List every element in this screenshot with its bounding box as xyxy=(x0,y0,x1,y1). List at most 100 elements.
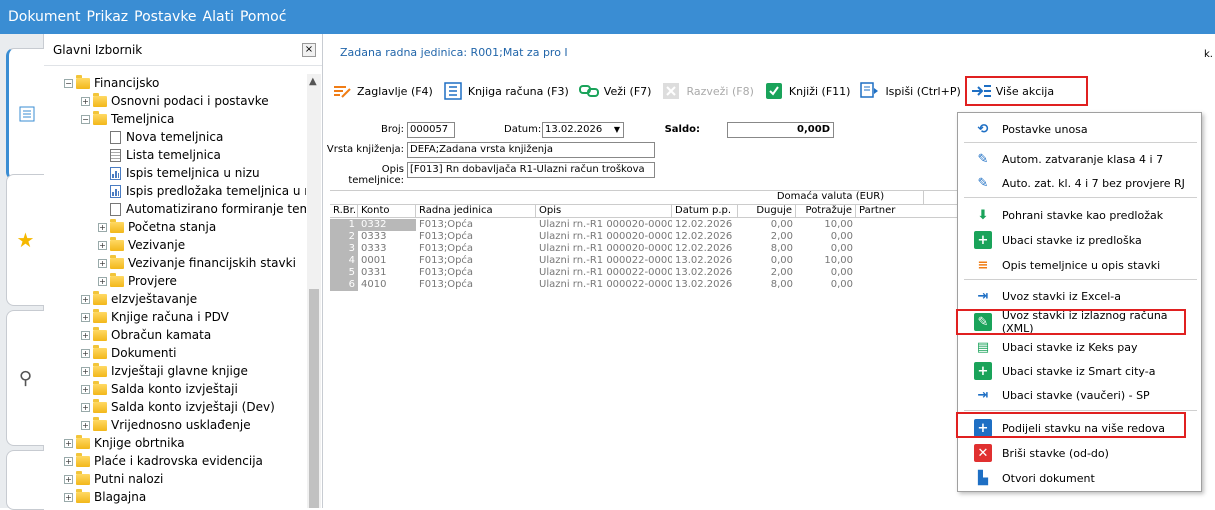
table-cell[interactable]: 1 xyxy=(330,219,358,231)
tree-item[interactable]: + eIzvještavanje xyxy=(81,290,197,308)
expand-icon[interactable]: + xyxy=(64,474,73,484)
table-row[interactable]: 5 0331 F013;Opća Ulazni rn.-R1 000022-00001… xyxy=(330,267,990,279)
table-cell[interactable]: 8,00 xyxy=(738,243,796,255)
expand-icon[interactable]: + xyxy=(81,294,90,304)
table-row[interactable]: 6 4010 F013;Opća Ulazni rn.-R1 000022-00001… xyxy=(330,279,990,291)
table-cell[interactable]: F013;Opća xyxy=(416,231,536,243)
table-cell[interactable]: 0001 xyxy=(358,255,416,267)
toolbar-button-post[interactable]: Knjiži (F11) xyxy=(764,81,850,101)
tree-item[interactable]: − Temeljnica xyxy=(81,110,174,128)
table-cell[interactable]: Ulazni rn.-R1 000020-00001 xyxy=(536,231,672,243)
menu-item-pomo[interactable]: Pomoć xyxy=(240,9,286,25)
toolbar-button-unlink[interactable]: Razveži (F8) xyxy=(661,81,754,101)
table-cell[interactable]: Ulazni rn.-R1 000022-00001 xyxy=(536,255,672,267)
table-cell[interactable]: 12.02.2026 xyxy=(672,231,738,243)
tree-item[interactable]: + Vezivanje xyxy=(98,236,185,254)
expand-icon[interactable]: + xyxy=(98,222,107,232)
rail-tab-favorites[interactable]: ★ xyxy=(6,174,44,306)
context-menu-item[interactable]: ▤ Ubaci stavke iz Keks pay xyxy=(958,335,1201,359)
tree-item[interactable]: Automatizirano formiranje teme xyxy=(110,200,306,218)
column-header[interactable]: Radna jedinica xyxy=(416,204,536,218)
tree-item[interactable]: + Izvještaji glavne knjige xyxy=(81,362,248,380)
table-cell[interactable]: 10,00 xyxy=(796,255,856,267)
collapse-icon[interactable]: − xyxy=(81,114,90,124)
tree-item[interactable]: + Plaće i kadrovska evidencija xyxy=(64,452,263,470)
context-menu-item[interactable]: ≡ Opis temeljnice u opis stavki xyxy=(958,253,1201,277)
column-header[interactable]: R.Br. xyxy=(330,204,358,218)
table-cell[interactable]: 0,00 xyxy=(796,279,856,291)
tree-item[interactable]: + Blagajna xyxy=(64,488,146,506)
tree-item[interactable]: + Provjere xyxy=(98,272,177,290)
tree-item[interactable]: Ispis predložaka temeljnica u niz xyxy=(110,182,306,200)
table-cell[interactable]: 2,00 xyxy=(738,231,796,243)
table-cell[interactable]: 13.02.2026 xyxy=(672,255,738,267)
table-cell[interactable]: 0331 xyxy=(358,267,416,279)
vrsta-input[interactable]: DEFA;Zadana vrsta knjiženja xyxy=(407,142,655,158)
chevron-down-icon[interactable]: ▼ xyxy=(614,123,620,137)
scroll-up-icon[interactable]: ▲ xyxy=(309,76,317,87)
table-cell[interactable]: 12.02.2026 xyxy=(672,243,738,255)
opis-input[interactable]: [F013] Rn dobavljača R1-Ulazni račun tro… xyxy=(407,162,655,178)
context-menu-item[interactable]: ⬇ Pohrani stavke kao predložak xyxy=(958,203,1201,227)
expand-icon[interactable]: + xyxy=(81,348,90,358)
menu-item-alati[interactable]: Alati xyxy=(203,9,234,25)
menu-item-dokument[interactable]: Dokument xyxy=(8,9,81,25)
tree-item[interactable]: Lista temeljnica xyxy=(110,146,221,164)
table-cell[interactable]: 12.02.2026 xyxy=(672,219,738,231)
nav-scrollbar[interactable]: ▲ xyxy=(307,74,321,508)
table-cell[interactable]: 0,00 xyxy=(738,255,796,267)
scroll-thumb[interactable] xyxy=(309,289,319,508)
table-cell[interactable]: 0,00 xyxy=(738,219,796,231)
tree-item[interactable]: + Osnovni podaci i postavke xyxy=(81,92,269,110)
rail-tab-other[interactable] xyxy=(6,450,44,510)
column-header[interactable]: Duguje xyxy=(738,204,796,218)
toolbar-button-header[interactable]: Zaglavlje (F4) xyxy=(332,81,433,101)
column-header[interactable]: Opis xyxy=(536,204,672,218)
table-cell[interactable]: 13.02.2026 xyxy=(672,267,738,279)
expand-icon[interactable]: + xyxy=(98,240,107,250)
rail-tab-menu[interactable] xyxy=(6,48,44,180)
expand-icon[interactable]: + xyxy=(64,438,73,448)
table-cell[interactable]: F013;Opća xyxy=(416,255,536,267)
collapse-icon[interactable]: − xyxy=(64,78,73,88)
table-cell[interactable]: 5 xyxy=(330,267,358,279)
table-row[interactable]: 4 0001 F013;Opća Ulazni rn.-R1 000022-00001… xyxy=(330,255,990,267)
context-menu-item[interactable]: ⇥ Ubaci stavke (vaučeri) - SP xyxy=(958,383,1201,407)
table-cell[interactable]: Ulazni rn.-R1 000022-00001 xyxy=(536,279,672,291)
tree-item[interactable]: + Vezivanje financijskih stavki xyxy=(98,254,296,272)
tree-item[interactable]: + Vrijednosno usklađenje xyxy=(81,416,251,434)
table-row[interactable]: 2 0333 F013;Opća Ulazni rn.-R1 000020-00001… xyxy=(330,231,990,243)
tree-item[interactable]: + Knjige računa i PDV xyxy=(81,308,229,326)
menu-item-prikaz[interactable]: Prikaz xyxy=(87,9,129,25)
tree-item[interactable]: + Salda konto izvještaji (Dev) xyxy=(81,398,275,416)
datum-input[interactable]: 13.02.2026 ▼ xyxy=(542,122,624,138)
table-cell[interactable]: 0,00 xyxy=(796,267,856,279)
tree-item[interactable]: + Knjige obrtnika xyxy=(64,434,185,452)
table-cell[interactable]: 4 xyxy=(330,255,358,267)
table-cell[interactable]: 0,00 xyxy=(796,243,856,255)
table-cell[interactable]: 13.02.2026 xyxy=(672,279,738,291)
expand-icon[interactable]: + xyxy=(81,330,90,340)
table-cell[interactable]: 0332 xyxy=(358,219,416,231)
column-header[interactable]: Datum p.p. xyxy=(672,204,738,218)
expand-icon[interactable]: + xyxy=(98,258,107,268)
tree-item[interactable]: + Putni nalozi xyxy=(64,470,163,488)
table-cell[interactable]: 6 xyxy=(330,279,358,291)
tree-item[interactable]: + Početna stanja xyxy=(98,218,216,236)
rail-tab-search[interactable]: ⚲ xyxy=(6,310,44,446)
context-menu-item[interactable]: ✎ Autom. zatvaranje klasa 4 i 7 xyxy=(958,147,1201,171)
expand-icon[interactable]: + xyxy=(81,366,90,376)
toolbar-button-book[interactable]: Knjiga računa (F3) xyxy=(443,81,569,101)
table-cell[interactable]: Ulazni rn.-R1 000022-00001 xyxy=(536,267,672,279)
tree-item[interactable]: Nova temeljnica xyxy=(110,128,223,146)
table-cell[interactable]: 10,00 xyxy=(796,219,856,231)
table-cell[interactable]: 8,00 xyxy=(738,279,796,291)
table-cell[interactable]: 0333 xyxy=(358,231,416,243)
table-cell[interactable]: F013;Opća xyxy=(416,267,536,279)
tree-item[interactable]: + Dokumenti xyxy=(81,344,176,362)
close-icon[interactable]: × xyxy=(302,43,316,57)
tree-item[interactable]: + Salda konto izvještaji xyxy=(81,380,238,398)
toolbar-button-print[interactable]: Ispiši (Ctrl+P) xyxy=(860,81,961,101)
toolbar-button-link[interactable]: Veži (F7) xyxy=(578,81,651,101)
column-header[interactable]: Potražuje xyxy=(796,204,856,218)
